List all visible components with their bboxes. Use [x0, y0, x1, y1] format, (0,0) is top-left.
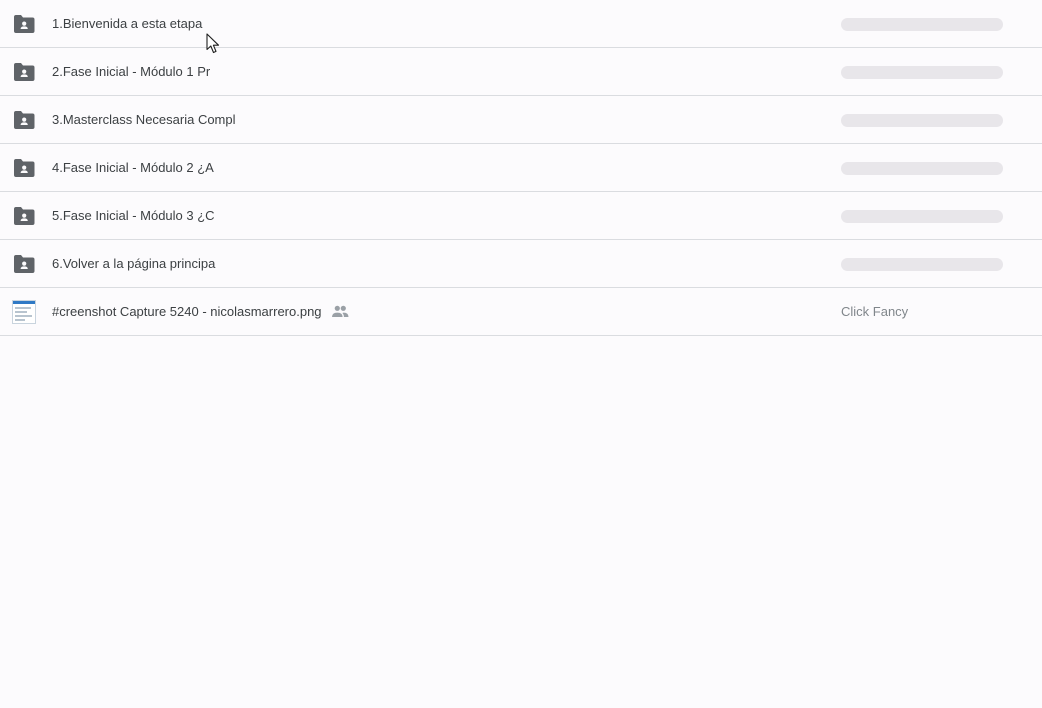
- folder-row[interactable]: 4.Fase Inicial - Módulo 2 ¿A: [0, 144, 1042, 192]
- folder-row[interactable]: 5.Fase Inicial - Módulo 3 ¿C: [0, 192, 1042, 240]
- folder-name: 2.Fase Inicial - Módulo 1 Pr: [52, 64, 211, 79]
- folder-row[interactable]: 1.Bienvenida a esta etapa: [0, 0, 1042, 48]
- file-owner: Click Fancy: [841, 304, 909, 319]
- loading-placeholder: [841, 18, 1003, 31]
- folder-name: 4.Fase Inicial - Módulo 2 ¿A: [52, 160, 214, 175]
- folder-name: 5.Fase Inicial - Módulo 3 ¿C: [52, 208, 215, 223]
- image-thumbnail-icon: [12, 300, 36, 324]
- loading-placeholder: [841, 162, 1003, 175]
- folder-row[interactable]: 6.Volver a la página principa: [0, 240, 1042, 288]
- shared-folder-icon: [13, 15, 35, 33]
- folder-row[interactable]: 3.Masterclass Necesaria Compl: [0, 96, 1042, 144]
- shared-folder-icon: [13, 159, 35, 177]
- folder-row[interactable]: 2.Fase Inicial - Módulo 1 Pr: [0, 48, 1042, 96]
- file-list: 1.Bienvenida a esta etapa 2.Fase Inicial…: [0, 0, 1042, 336]
- loading-placeholder: [841, 210, 1003, 223]
- folder-name: 3.Masterclass Necesaria Compl: [52, 112, 236, 127]
- shared-folder-icon: [13, 207, 35, 225]
- loading-placeholder: [841, 66, 1003, 79]
- shared-folder-icon: [13, 111, 35, 129]
- shared-folder-icon: [13, 255, 35, 273]
- file-name: #creenshot Capture 5240 - nicolasmarrero…: [52, 304, 322, 319]
- loading-placeholder: [841, 114, 1003, 127]
- file-row[interactable]: #creenshot Capture 5240 - nicolasmarrero…: [0, 288, 1042, 336]
- shared-folder-icon: [13, 63, 35, 81]
- shared-people-icon: [331, 305, 349, 318]
- folder-name: 1.Bienvenida a esta etapa: [52, 16, 203, 31]
- loading-placeholder: [841, 258, 1003, 271]
- folder-name: 6.Volver a la página principa: [52, 256, 216, 271]
